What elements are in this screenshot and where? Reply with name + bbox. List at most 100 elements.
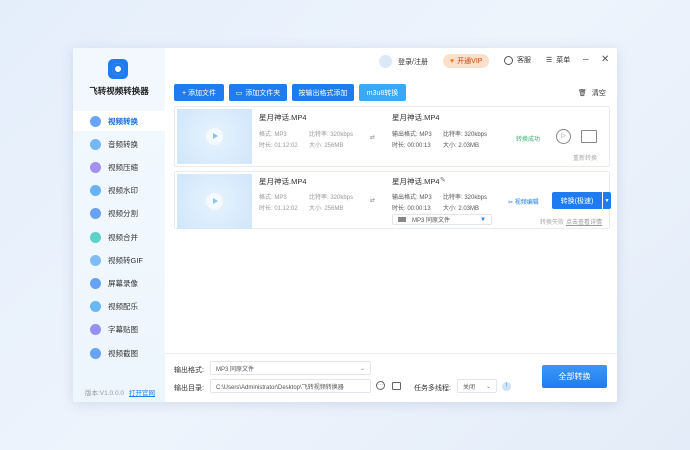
- output-format: 输出格式: MP3: [392, 195, 432, 201]
- close-icon[interactable]: ✕: [601, 54, 609, 65]
- output-format-value: MP3 同原文件: [216, 366, 255, 373]
- divider: [165, 353, 617, 354]
- video-edit-button[interactable]: ✂ 视频编辑: [508, 197, 539, 206]
- chevron-down-icon: ⌄: [485, 383, 491, 390]
- sidebar-item-label: 视频压缩: [108, 162, 138, 172]
- add-by-format-button[interactable]: 按输出格式添加: [292, 84, 354, 101]
- sidebar-item-10[interactable]: 视频截图: [73, 343, 165, 363]
- menu-icon: ☰: [546, 57, 553, 64]
- info-icon[interactable]: !: [502, 382, 511, 391]
- add-folder-button[interactable]: ▭ 添加文件夹: [229, 84, 287, 101]
- sidebar-item-icon: [90, 347, 101, 359]
- sidebar-item-icon: [90, 324, 101, 336]
- sidebar-item-icon: [90, 115, 101, 127]
- trash-icon: 🗑: [578, 90, 587, 97]
- output-format-select[interactable]: MP3 同原文件 ▼: [392, 214, 492, 225]
- output-dir-label: 输出目录:: [174, 385, 204, 392]
- sidebar-item-label: 字幕贴图: [108, 325, 138, 335]
- source-duration: 时长: 01:12:02: [259, 206, 298, 212]
- output-dir-input[interactable]: C:\Users\Administrator\Desktop\飞转视频转换器: [210, 379, 371, 393]
- play-output-icon[interactable]: ▷: [556, 129, 571, 144]
- login-button[interactable]: 登录/注册: [379, 55, 428, 68]
- dropdown-icon: ▼: [480, 216, 486, 223]
- vip-icon: ♥: [450, 57, 455, 65]
- sidebar-item-label: 视频转换: [108, 116, 138, 126]
- folder-icon: ▭: [235, 89, 243, 97]
- sidebar-item-icon: [90, 254, 101, 266]
- login-label: 登录/注册: [398, 58, 428, 66]
- output-size: 大小: 2.03MB: [443, 143, 480, 149]
- menu-button[interactable]: ☰ 菜单: [546, 55, 570, 65]
- open-website-link[interactable]: 打开官网: [129, 387, 155, 397]
- clear-button[interactable]: 🗑 清空: [578, 88, 606, 98]
- source-size: 大小: 256MB: [309, 206, 344, 212]
- more-options-icon[interactable]: ···: [376, 381, 385, 390]
- open-folder-icon[interactable]: [581, 130, 597, 143]
- sidebar-item-icon: [90, 185, 101, 197]
- sidebar-item-label: 视频水印: [108, 186, 138, 196]
- convert-options-dropdown[interactable]: ▼: [603, 192, 611, 209]
- service-button[interactable]: 客服: [504, 55, 531, 65]
- clear-label: 清空: [591, 90, 606, 97]
- play-icon: [206, 193, 223, 210]
- output-duration: 时长: 00:00:13: [392, 143, 431, 149]
- sidebar-item-icon: [90, 161, 101, 173]
- thread-label: 任务多线程:: [414, 385, 451, 392]
- m3u8-button[interactable]: m3u8转换: [359, 84, 406, 101]
- reconvert-link[interactable]: 重新转换: [573, 153, 597, 162]
- source-format: 格式: MP3: [259, 195, 287, 201]
- sidebar-item-6[interactable]: 视频转GIF: [73, 250, 165, 270]
- sidebar-item-icon: [90, 301, 101, 313]
- sidebar-item-7[interactable]: 屏幕录像: [73, 273, 165, 293]
- chat-icon: [504, 55, 513, 65]
- thread-select[interactable]: 关闭 ⌄: [457, 379, 497, 393]
- sidebar: 飞转视频转换器 视频转换 音频转换 视频压缩 视频水印 视频分割 视频合并 视频转GIF 屏幕…: [73, 48, 165, 402]
- shuffle-icon: ⇄: [370, 135, 376, 141]
- source-format: 格式: MP3: [259, 132, 287, 138]
- sidebar-item-9[interactable]: 字幕贴图: [73, 320, 165, 340]
- output-format-dropdown[interactable]: MP3 同原文件 ⌄: [210, 361, 371, 375]
- output-duration: 时长: 00:00:13: [392, 206, 431, 212]
- minimize-icon[interactable]: –: [583, 54, 589, 65]
- sidebar-item-2[interactable]: 视频压缩: [73, 157, 165, 177]
- video-thumbnail[interactable]: [177, 174, 252, 229]
- sidebar-item-label: 音频转换: [108, 139, 138, 149]
- open-folder-icon[interactable]: [392, 382, 401, 390]
- output-name: 星月神话.MP4: [392, 177, 440, 186]
- sidebar-item-3[interactable]: 视频水印: [73, 181, 165, 201]
- app-window: 飞转视频转换器 视频转换 音频转换 视频压缩 视频水印 视频分割 视频合并 视频转GIF 屏幕…: [73, 48, 617, 402]
- rename-pencil-icon[interactable]: ✎: [440, 176, 446, 184]
- sidebar-item-icon: [90, 138, 101, 150]
- output-size: 大小: 2.03MB: [443, 206, 480, 212]
- video-edit-label: 视频编辑: [514, 200, 539, 206]
- sidebar-item-label: 视频分割: [108, 209, 138, 219]
- avatar-icon: [379, 55, 392, 68]
- file-name: 星月神话.MP4: [259, 113, 307, 122]
- sidebar-item-label: 视频配乐: [108, 302, 138, 312]
- sidebar-item-0[interactable]: 视频转换: [73, 111, 165, 131]
- app-logo: [108, 59, 128, 79]
- convert-button[interactable]: 转换(极速): [552, 192, 602, 209]
- sidebar-item-icon: [90, 231, 101, 243]
- service-label: 客服: [517, 57, 531, 64]
- view-detail-link[interactable]: 点击查看详情: [566, 217, 602, 226]
- thread-value: 关闭: [463, 384, 476, 391]
- sidebar-item-4[interactable]: 视频分割: [73, 204, 165, 224]
- source-size: 大小: 256MB: [309, 143, 344, 149]
- add-file-button[interactable]: + 添加文件: [174, 84, 224, 101]
- chevron-down-icon: ⌄: [359, 365, 365, 372]
- file-row: 星月神话.MP4 格式: MP3 比特率: 320kbps 时长: 01:12:…: [174, 106, 610, 167]
- output-format: 输出格式: MP3: [392, 132, 432, 138]
- vip-button[interactable]: ♥ 开通VIP: [443, 54, 490, 68]
- play-icon: [206, 128, 223, 145]
- sidebar-item-8[interactable]: 视频配乐: [73, 297, 165, 317]
- source-duration: 时长: 01:12:02: [259, 143, 298, 149]
- vip-label: 开通VIP: [457, 58, 483, 65]
- video-thumbnail[interactable]: [177, 109, 252, 164]
- output-bitrate: 比特率: 320kbps: [443, 132, 488, 138]
- convert-all-button[interactable]: 全部转换: [542, 365, 607, 388]
- sidebar-item-label: 屏幕录像: [108, 278, 138, 288]
- sidebar-item-icon: [90, 208, 101, 220]
- sidebar-item-5[interactable]: 视频合并: [73, 227, 165, 247]
- sidebar-item-1[interactable]: 音频转换: [73, 134, 165, 154]
